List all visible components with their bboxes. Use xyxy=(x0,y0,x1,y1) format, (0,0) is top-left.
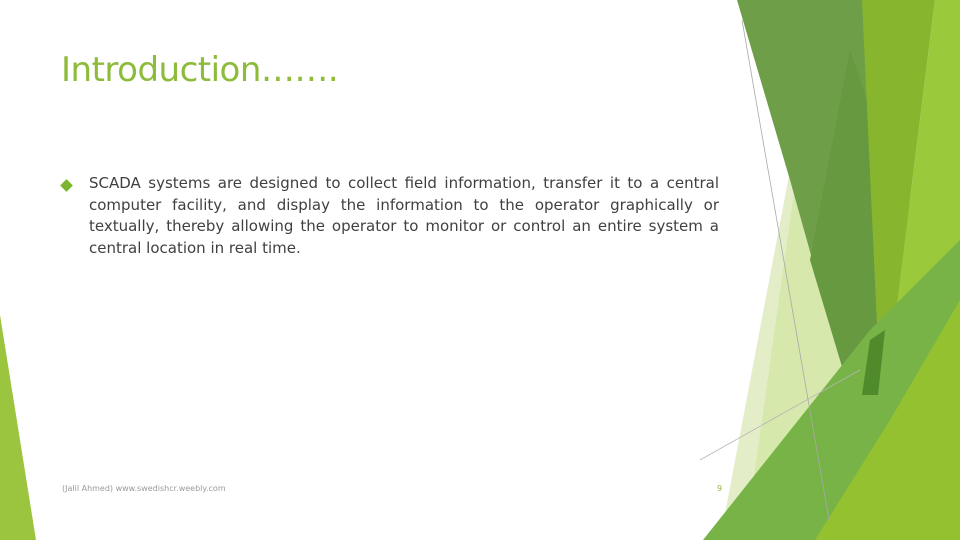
left-accent-shape xyxy=(0,315,36,540)
slide-title: Introduction……. xyxy=(61,50,339,90)
slide: Introduction……. SCADA systems are design… xyxy=(0,0,960,540)
bullet-text: SCADA systems are designed to collect fi… xyxy=(89,174,719,257)
page-number: 9 xyxy=(717,484,723,493)
footer-text: (Jalil Ahmed) www.swedishcr.weebly.com xyxy=(62,484,226,493)
